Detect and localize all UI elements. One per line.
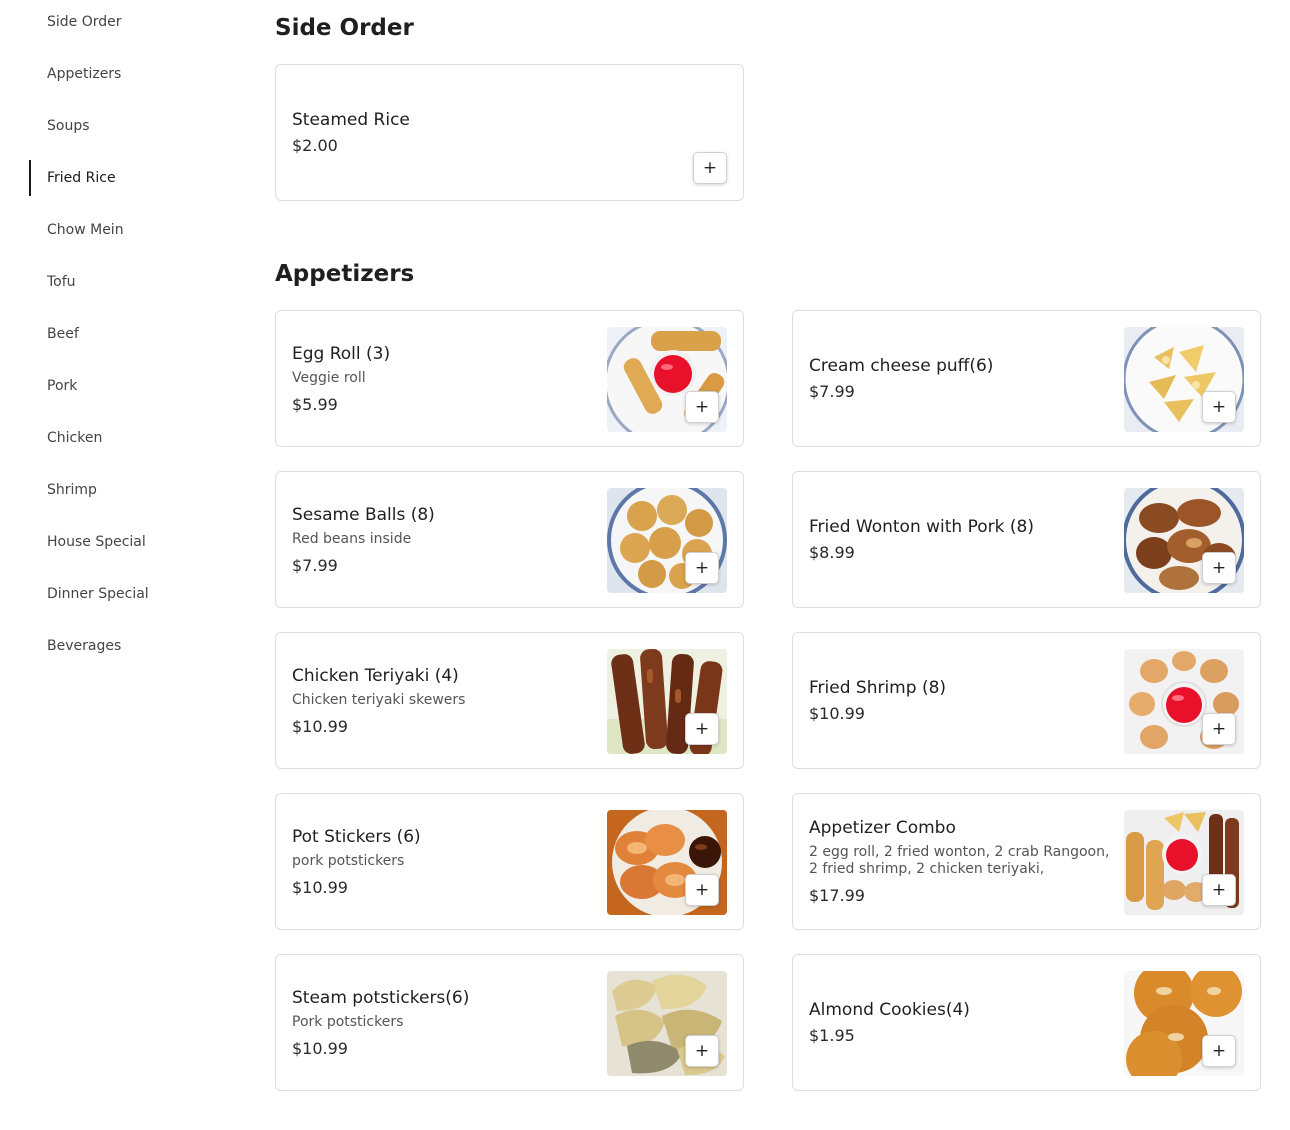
- sidebar-item-chow-mein[interactable]: Chow Mein: [29, 212, 229, 248]
- menu-item-description: Veggie roll: [292, 369, 366, 386]
- menu-item-card[interactable]: Almond Cookies(4) $1.95 +: [792, 954, 1261, 1091]
- menu-item-name: Steam potstickers(6): [292, 987, 470, 1008]
- menu-item-description: 2 egg roll, 2 fried wonton, 2 crab Rango…: [809, 844, 1110, 877]
- menu-item-name: Steamed Rice: [292, 110, 410, 130]
- menu-item-name: Almond Cookies(4): [809, 1000, 970, 1020]
- menu-item-price: $1.95: [809, 1026, 855, 1045]
- sidebar-item-pork[interactable]: Pork: [29, 368, 229, 404]
- menu-item-name: Fried Shrimp (8): [809, 678, 947, 698]
- plus-icon: +: [694, 397, 710, 417]
- plus-icon: +: [1211, 880, 1227, 900]
- menu-item-card[interactable]: Sesame Balls (8) Red beans inside $7.99 …: [275, 471, 744, 608]
- menu-item-price: $10.99: [292, 877, 348, 897]
- menu-item-card[interactable]: Chicken Teriyaki (4) Chicken teriyaki sk…: [275, 632, 744, 769]
- menu-item-info: Egg Roll (3) Veggie roll $5.99: [292, 311, 603, 446]
- menu-item-price: $2.00: [292, 136, 338, 155]
- menu-item-name: Pot Stickers (6): [292, 826, 421, 847]
- menu-item-info: Pot Stickers (6) pork potstickers $10.99: [292, 794, 603, 929]
- menu-item-price: $5.99: [292, 394, 338, 414]
- plus-icon: +: [1211, 1041, 1227, 1061]
- menu-item-description: Chicken teriyaki skewers: [292, 691, 466, 708]
- sidebar-item-house-special[interactable]: House Special: [29, 524, 229, 560]
- add-to-cart-button[interactable]: +: [685, 1035, 719, 1067]
- add-to-cart-button[interactable]: +: [685, 552, 719, 584]
- menu-item-name: Cream cheese puff(6): [809, 356, 994, 376]
- plus-icon: +: [694, 719, 710, 739]
- plus-icon: +: [694, 558, 710, 578]
- menu-item-price: $7.99: [292, 555, 338, 575]
- sidebar-item-soups[interactable]: Soups: [29, 108, 229, 144]
- menu-item-name: Chicken Teriyaki (4): [292, 665, 459, 686]
- sidebar-item-tofu[interactable]: Tofu: [29, 264, 229, 300]
- menu-item-description: Pork potstickers: [292, 1013, 404, 1030]
- add-to-cart-button[interactable]: +: [685, 874, 719, 906]
- sidebar-item-appetizers[interactable]: Appetizers: [29, 56, 229, 92]
- menu-item-info: Chicken Teriyaki (4) Chicken teriyaki sk…: [292, 633, 603, 768]
- menu-item-info: Appetizer Combo 2 egg roll, 2 fried wont…: [809, 794, 1120, 929]
- sidebar-item-beverages[interactable]: Beverages: [29, 628, 229, 664]
- add-to-cart-button[interactable]: +: [1202, 552, 1236, 584]
- menu-item-card[interactable]: Appetizer Combo 2 egg roll, 2 fried wont…: [792, 793, 1261, 930]
- menu-item-price: $10.99: [292, 716, 348, 736]
- add-to-cart-button[interactable]: +: [1202, 713, 1236, 745]
- menu-item-info: Sesame Balls (8) Red beans inside $7.99: [292, 472, 603, 607]
- add-to-cart-button[interactable]: +: [1202, 391, 1236, 423]
- menu-item-card[interactable]: Fried Wonton with Pork (8) $8.99 +: [792, 471, 1261, 608]
- menu-item-name: Fried Wonton with Pork (8): [809, 517, 1034, 537]
- menu-item-info: Steamed Rice $2.00: [292, 65, 603, 200]
- menu-item-card[interactable]: Cream cheese puff(6) $7.99 +: [792, 310, 1261, 447]
- menu-item-name: Egg Roll (3): [292, 343, 391, 364]
- menu-item-price: $10.99: [809, 704, 865, 723]
- menu-item-price: $10.99: [292, 1038, 348, 1058]
- add-to-cart-button[interactable]: +: [685, 391, 719, 423]
- sidebar-item-shrimp[interactable]: Shrimp: [29, 472, 229, 508]
- sidebar-item-dinner-special[interactable]: Dinner Special: [29, 576, 229, 612]
- section-title-appetizers: Appetizers: [275, 261, 415, 287]
- add-to-cart-button[interactable]: +: [1202, 874, 1236, 906]
- add-to-cart-button[interactable]: +: [1202, 1035, 1236, 1067]
- plus-icon: +: [1211, 719, 1227, 739]
- section-title-side-order: Side Order: [275, 15, 414, 41]
- plus-icon: +: [694, 880, 710, 900]
- menu-item-info: Almond Cookies(4) $1.95: [809, 955, 1120, 1090]
- sidebar-item-chicken[interactable]: Chicken: [29, 420, 229, 456]
- menu-item-price: $7.99: [809, 382, 855, 401]
- sidebar-item-side-order[interactable]: Side Order: [29, 4, 229, 40]
- menu-item-card[interactable]: Egg Roll (3) Veggie roll $5.99 +: [275, 310, 744, 447]
- menu-item-info: Fried Shrimp (8) $10.99: [809, 633, 1120, 768]
- add-to-cart-button[interactable]: +: [685, 713, 719, 745]
- menu-item-card[interactable]: Steamed Rice $2.00 +: [275, 64, 744, 201]
- menu-item-info: Fried Wonton with Pork (8) $8.99: [809, 472, 1120, 607]
- menu-item-description: pork potstickers: [292, 852, 405, 869]
- menu-item-info: Steam potstickers(6) Pork potstickers $1…: [292, 955, 603, 1090]
- add-to-cart-button[interactable]: +: [693, 152, 727, 184]
- menu-item-name: Appetizer Combo: [809, 818, 956, 838]
- menu-item-description: Red beans inside: [292, 530, 412, 547]
- plus-icon: +: [702, 158, 718, 178]
- plus-icon: +: [694, 1041, 710, 1061]
- plus-icon: +: [1211, 558, 1227, 578]
- menu-item-card[interactable]: Steam potstickers(6) Pork potstickers $1…: [275, 954, 744, 1091]
- sidebar-item-fried-rice[interactable]: Fried Rice: [29, 160, 229, 196]
- menu-item-price: $17.99: [809, 886, 865, 905]
- menu-item-price: $8.99: [809, 543, 855, 562]
- sidebar-item-beef[interactable]: Beef: [29, 316, 229, 352]
- plus-icon: +: [1211, 397, 1227, 417]
- menu-item-info: Cream cheese puff(6) $7.99: [809, 311, 1120, 446]
- menu-item-card[interactable]: Pot Stickers (6) pork potstickers $10.99…: [275, 793, 744, 930]
- menu-item-name: Sesame Balls (8): [292, 504, 435, 525]
- menu-item-card[interactable]: Fried Shrimp (8) $10.99 +: [792, 632, 1261, 769]
